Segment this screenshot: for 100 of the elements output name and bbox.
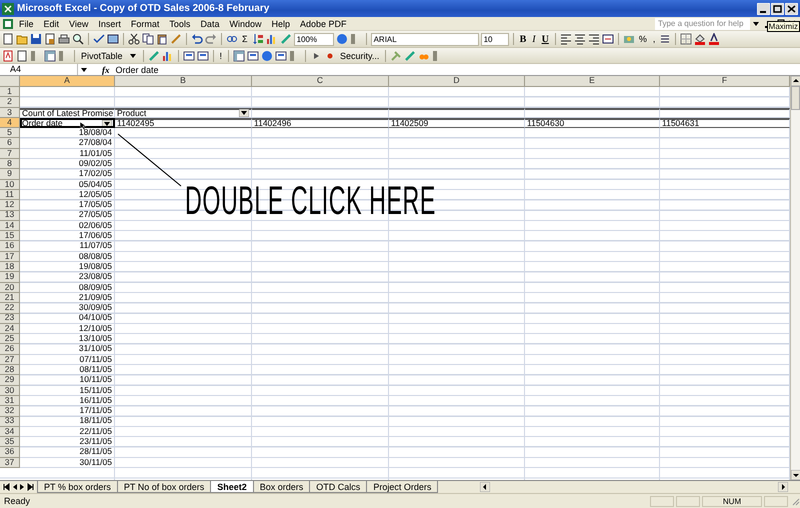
zoom-dropdown[interactable]: 100% [294, 32, 334, 46]
row-header[interactable]: 23 [0, 314, 20, 324]
row-header[interactable]: 17 [0, 252, 20, 262]
undo-icon[interactable] [191, 33, 203, 45]
row-header[interactable]: 31 [0, 396, 20, 406]
sheet-tab[interactable]: Sheet2 [210, 481, 254, 493]
column-header[interactable]: D [389, 76, 525, 87]
menu-item[interactable]: Adobe PDF [294, 18, 352, 28]
folder-icon[interactable] [16, 33, 28, 45]
row-header[interactable]: 4 [0, 118, 20, 128]
sheet-tab[interactable]: PT No of box orders [116, 481, 212, 493]
pdf-icon[interactable] [2, 50, 14, 62]
previous-sheet-icon[interactable] [11, 483, 18, 491]
align-right-icon[interactable] [588, 33, 600, 45]
printer-icon[interactable] [58, 33, 70, 45]
row-header[interactable]: 14 [0, 220, 20, 232]
column-header[interactable]: E [525, 76, 660, 87]
close-button[interactable] [785, 2, 798, 14]
row-header[interactable]: 15 [0, 231, 20, 242]
row-header[interactable]: 37 [0, 458, 20, 468]
percent-button[interactable]: % [636, 32, 649, 46]
menu-item[interactable]: View [64, 18, 94, 28]
row-header[interactable]: 25 [0, 334, 20, 344]
row-header[interactable]: 21 [0, 292, 20, 304]
menu-item[interactable]: Edit [38, 18, 64, 28]
row-header[interactable]: 33 [0, 416, 20, 427]
last-sheet-icon[interactable] [27, 483, 34, 491]
field-icon[interactable] [196, 50, 209, 62]
maximize-button[interactable] [771, 2, 784, 14]
pivot-data-field[interactable]: Count of Latest Promise [22, 108, 114, 118]
checkmark-icon[interactable] [93, 33, 105, 45]
field-icon[interactable] [275, 50, 288, 62]
row-header[interactable]: 26 [0, 344, 20, 355]
font-dropdown[interactable]: ARIAL [370, 32, 479, 46]
row-header[interactable]: 11 [0, 190, 20, 200]
align-center-icon[interactable] [574, 33, 586, 45]
row-header[interactable]: 30 [0, 386, 20, 396]
column-header[interactable]: F [660, 76, 790, 87]
row-header[interactable]: 20 [0, 282, 20, 293]
row-header[interactable]: 2 [0, 97, 20, 108]
page-icon[interactable] [2, 33, 14, 45]
table-icon[interactable] [44, 50, 56, 62]
sort-icon[interactable] [252, 33, 264, 45]
bar-chart-icon[interactable] [266, 33, 278, 45]
pages-icon[interactable] [142, 33, 154, 45]
row-header[interactable]: 34 [0, 426, 20, 438]
scroll-left-button[interactable] [480, 482, 490, 492]
row-header[interactable]: 27 [0, 354, 20, 366]
row-header[interactable]: 28 [0, 365, 20, 376]
menu-item[interactable]: Window [224, 18, 266, 28]
clipboard-icon[interactable] [156, 33, 168, 45]
row-header[interactable]: 35 [0, 437, 20, 448]
row-header[interactable]: 5 [0, 128, 20, 138]
column-header[interactable]: B [115, 76, 252, 87]
scroll-up-button[interactable] [791, 76, 800, 86]
sheet-tab[interactable]: PT % box orders [37, 481, 118, 493]
merge-cells-icon[interactable] [602, 33, 614, 45]
help-search-field[interactable]: Type a question for help [655, 18, 750, 30]
row-header[interactable]: 29 [0, 375, 20, 386]
row-header[interactable]: 7 [0, 148, 20, 160]
menu-item[interactable]: Tools [164, 18, 196, 28]
menu-item[interactable]: Format [126, 18, 164, 28]
menu-item[interactable]: Data [195, 18, 224, 28]
borders-icon[interactable] [680, 33, 692, 45]
font-size-dropdown[interactable]: 10 [480, 32, 509, 46]
font-color-icon[interactable] [708, 33, 720, 45]
menu-item[interactable]: File [14, 18, 39, 28]
row-header[interactable]: 8 [0, 159, 20, 170]
page-icon[interactable] [16, 50, 28, 62]
row-header[interactable]: 6 [0, 138, 20, 149]
sheet-tab[interactable]: Box orders [252, 481, 310, 493]
menu-item[interactable]: Insert [93, 18, 126, 28]
formula-field[interactable]: Order date [116, 64, 800, 74]
row-header[interactable]: 3 [0, 108, 20, 118]
chain-link-icon[interactable] [226, 33, 238, 45]
scroll-down-button[interactable] [791, 470, 800, 480]
resize-grip-icon[interactable] [790, 496, 800, 506]
sheet-tab[interactable]: Project Orders [366, 481, 438, 493]
function-button[interactable]: fx [90, 64, 116, 74]
magnifier-icon[interactable] [72, 33, 84, 45]
pivottable-menu-button[interactable]: PivotTable [79, 49, 125, 62]
fill-color-icon[interactable] [694, 33, 706, 45]
scissors-icon[interactable] [128, 33, 140, 45]
minimize-button[interactable] [757, 2, 770, 14]
scroll-right-button[interactable] [778, 482, 788, 492]
row-header[interactable]: 9 [0, 169, 20, 180]
italic-button[interactable]: I [530, 32, 538, 46]
sheet-tab[interactable]: OTD Calcs [309, 481, 368, 493]
refresh-button[interactable]: ! [218, 49, 224, 62]
row-header[interactable]: 36 [0, 447, 20, 458]
column-header[interactable]: C [252, 76, 389, 87]
bold-button[interactable]: B [518, 32, 528, 46]
row-header[interactable]: 13 [0, 210, 20, 221]
comma-button[interactable]: , [650, 32, 658, 46]
autosum-button[interactable]: Σ [240, 32, 250, 46]
first-sheet-icon[interactable] [3, 483, 10, 491]
field-icon[interactable] [182, 50, 195, 62]
table-icon[interactable] [233, 50, 246, 62]
row-header[interactable]: 16 [0, 241, 20, 252]
bar-chart-icon[interactable] [162, 50, 174, 62]
